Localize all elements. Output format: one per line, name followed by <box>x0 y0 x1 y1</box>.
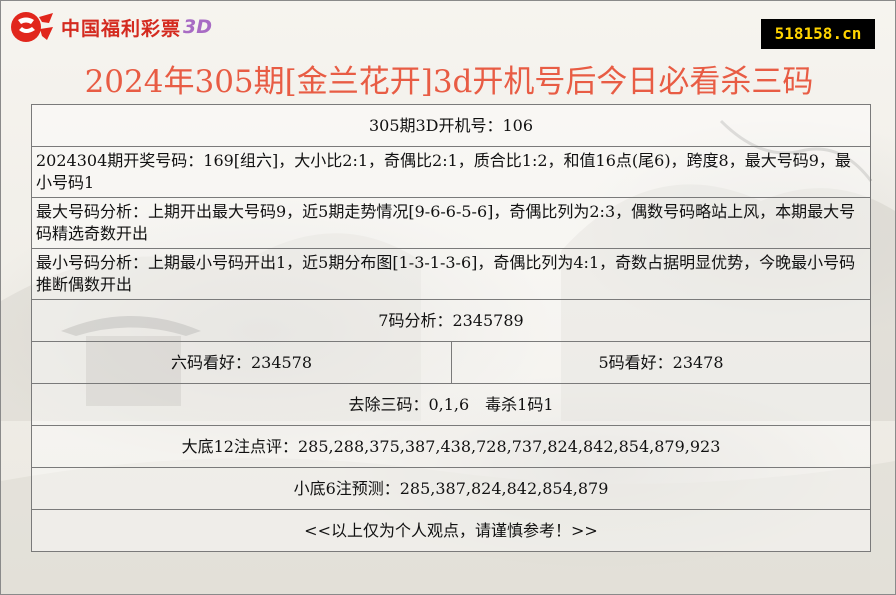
table-row: 最大号码分析：上期开出最大号码9，近5期走势情况[9-6-6-5-6]，奇偶比列… <box>31 197 871 249</box>
previous-draw-cell: 2024304期开奖号码：169[组六]，大小比2:1，奇偶比2:1，质合比1:… <box>31 146 871 198</box>
five-code-cell: 5码看好：23478 <box>451 341 871 384</box>
small-base-6-cell: 小底6注预测：285,387,824,842,854,879 <box>31 467 871 510</box>
seven-code-cell: 7码分析：2345789 <box>31 299 871 342</box>
brand-name: 中国福利彩票 <box>61 17 182 40</box>
kaiji-number-cell: 305期3D开机号：106 <box>31 104 871 147</box>
page-frame: 中国福利彩票 3D 518158.cn 2024年305期[金兰花开]3d开机号… <box>0 0 896 595</box>
brand-logo: 中国福利彩票 3D <box>9 9 212 45</box>
table-row: <<以上仅为个人观点，请谨慎参考！>> <box>31 509 871 552</box>
table-row: 小底6注预测：285,387,824,842,854,879 <box>31 467 871 510</box>
page-title: 2024年305期[金兰花开]3d开机号后今日必看杀三码 <box>84 64 814 100</box>
welfare-lottery-icon <box>11 12 53 42</box>
disclaimer-cell: <<以上仅为个人观点，请谨慎参考！>> <box>31 509 871 552</box>
min-number-analysis-cell: 最小号码分析：上期最小号码开出1，近5期分布图[1-3-1-3-6]，奇偶比列为… <box>31 248 871 300</box>
table-row: 305期3D开机号：106 <box>31 104 871 147</box>
table-row: 六码看好：234578 5码看好：23478 <box>31 341 871 384</box>
site-badge[interactable]: 518158.cn <box>761 19 875 49</box>
table-row: 最小号码分析：上期最小号码开出1，近5期分布图[1-3-1-3-6]，奇偶比列为… <box>31 248 871 300</box>
six-code-cell: 六码看好：234578 <box>31 341 452 384</box>
big-base-12-cell: 大底12注点评：285,288,375,387,438,728,737,824,… <box>31 425 871 468</box>
prediction-table: 305期3D开机号：106 2024304期开奖号码：169[组六]，大小比2:… <box>31 104 871 552</box>
table-row: 去除三码：0,1,6 毒杀1码1 <box>31 383 871 426</box>
brand-product: 3D <box>183 16 213 38</box>
table-row: 2024304期开奖号码：169[组六]，大小比2:1，奇偶比2:1，质合比1:… <box>31 146 871 198</box>
table-row: 7码分析：2345789 <box>31 299 871 342</box>
max-number-analysis-cell: 最大号码分析：上期开出最大号码9，近5期走势情况[9-6-6-5-6]，奇偶比列… <box>31 197 871 249</box>
kill-code-cell: 去除三码：0,1,6 毒杀1码1 <box>31 383 871 426</box>
table-row: 大底12注点评：285,288,375,387,438,728,737,824,… <box>31 425 871 468</box>
